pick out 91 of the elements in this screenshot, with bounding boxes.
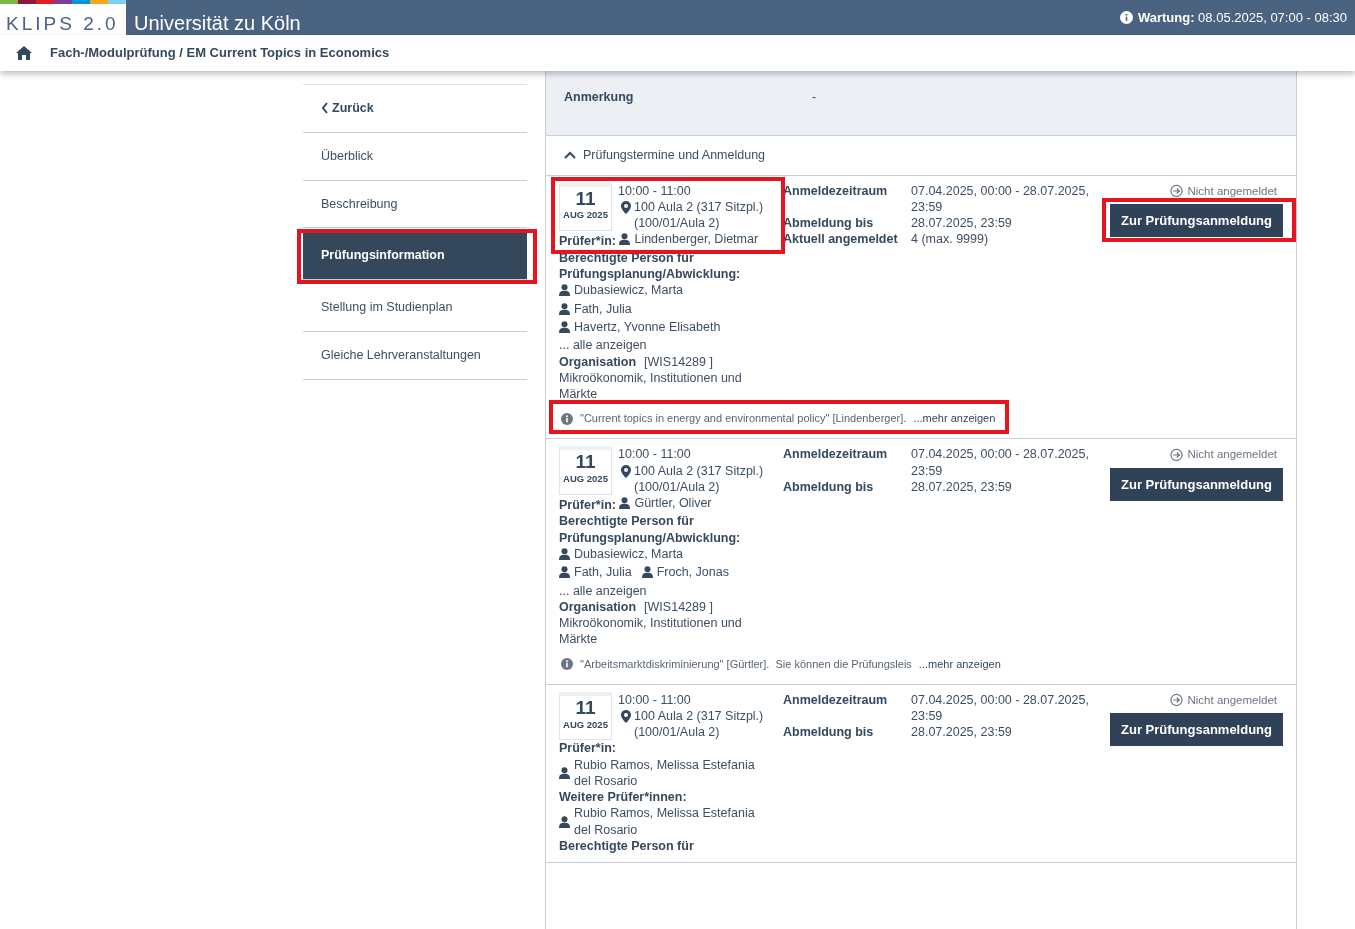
field-label: Anmeldezeitraum	[783, 182, 889, 200]
organisation-name: Mikroökonomik, Institutionen und Märkte	[559, 615, 743, 648]
person-icon	[559, 766, 570, 779]
exam-time: 10:00 - 11:00	[618, 446, 692, 463]
field-value: 28.07.2025, 23:59	[911, 478, 1012, 495]
person-icon	[641, 566, 653, 579]
person-icon	[619, 233, 631, 246]
role-label: Prüfer*in:	[559, 234, 616, 249]
person-name: Dubasiewicz, Marta	[574, 282, 684, 299]
person-icon	[559, 321, 570, 333]
person-icon	[559, 548, 570, 560]
field-value: 4 (max. 9999)	[911, 231, 989, 248]
arrow-circle-icon	[1169, 447, 1183, 462]
date-badge: 11 AUG 2025	[559, 182, 612, 232]
registration-status: Nicht angemeldet	[1187, 692, 1277, 708]
date-badge: 11 AUG 2025	[559, 446, 612, 495]
chevron-up-icon	[564, 150, 576, 160]
field-value: 28.07.2025, 23:59	[911, 724, 1012, 741]
exam-time: 10:00 - 11:00	[618, 691, 692, 708]
show-all-link[interactable]: ... alle anzeigen	[559, 583, 647, 598]
room-text: 100 Aula 2 (317 Sitzpl.) (100/01/Aula 2)	[634, 198, 765, 232]
person-icon	[619, 497, 631, 510]
field-label: Abmeldung bis	[783, 215, 875, 232]
field-label: Abmeldung bis	[783, 724, 875, 741]
role-label: Berechtigte Person für	[559, 838, 694, 853]
info-icon	[561, 657, 573, 670]
person-name: Rubio Ramos, Melissa Estefania del Rosario	[574, 756, 756, 790]
field-label: Anmeldezeitraum	[783, 446, 889, 464]
location-pin-icon	[621, 200, 631, 214]
show-more-link[interactable]: ...mehr anzeigen	[913, 410, 996, 427]
field-value: 07.04.2025, 00:00 - 28.07.2025, 23:59	[911, 446, 1090, 479]
person-name: Fath, Julia	[574, 300, 632, 317]
location-pin-icon	[621, 464, 631, 478]
organisation-code: [WIS14289 ]	[644, 599, 713, 614]
note-text: "Arbeitsmarktdiskriminierung" [Gürtler]. Sie können die Prüfungsleis	[580, 656, 912, 672]
registration-button[interactable]: Zur Prüfungsanmeldung	[1110, 467, 1283, 501]
person-name: Rubio Ramos, Melissa Estefania del Rosario	[574, 805, 756, 838]
role-label: Prüfer*in:	[559, 498, 616, 513]
person-icon	[559, 566, 570, 579]
sidebar-item[interactable]: Stellung im Studienplan	[303, 284, 527, 332]
arrow-circle-icon	[1169, 693, 1183, 708]
person-name: Dubasiewicz, Marta	[574, 545, 684, 563]
university-name: Universität zu Köln	[134, 11, 301, 35]
sidebar-item[interactable]: Prüfungsinformation	[303, 232, 527, 280]
info-icon	[1119, 11, 1133, 24]
arrow-circle-icon	[1169, 184, 1183, 199]
date-badge: 11 AUG 2025	[559, 691, 612, 741]
organisation-label: Organisation	[559, 354, 637, 369]
show-all-link[interactable]: ... alle anzeigen	[559, 338, 647, 353]
organisation-name: Mikroökonomik, Institutionen und Märkte	[559, 369, 743, 403]
person-icon	[559, 815, 570, 828]
registration-button[interactable]: Zur Prüfungsanmeldung	[1110, 712, 1283, 747]
registration-status: Nicht angemeldet	[1187, 447, 1277, 463]
organisation-code: [WIS14289 ]	[644, 354, 713, 369]
field-label: Abmeldung bis	[783, 478, 875, 495]
person-name: Havertz, Yvonne Elisabeth	[574, 318, 721, 336]
home-icon[interactable]	[16, 46, 32, 60]
back-link[interactable]: Zurück	[303, 84, 527, 133]
field-value: 28.07.2025, 23:59	[911, 215, 1012, 232]
chevron-left-icon	[321, 102, 329, 115]
field-value: 07.04.2025, 00:00 - 28.07.2025, 23:59	[911, 182, 1090, 215]
registration-status: Nicht angemeldet	[1187, 183, 1277, 199]
field-label: Anmeldezeitraum	[783, 691, 889, 709]
info-icon	[561, 412, 573, 425]
show-more-link[interactable]: ...mehr anzeigen	[918, 655, 1001, 673]
registration-button[interactable]: Zur Prüfungsanmeldung	[1110, 203, 1283, 238]
room-text: 100 Aula 2 (317 Sitzpl.) (100/01/Aula 2)	[634, 462, 765, 495]
detail-value: -	[812, 89, 817, 106]
sidebar-item[interactable]: Überblick	[303, 132, 527, 181]
section-header[interactable]: Prüfungstermine und Anmeldung	[546, 135, 1296, 176]
organisation-label: Organisation	[559, 599, 637, 614]
role-label: Berechtigte Person für Prüfungsplanung/Abwicklung:	[559, 514, 741, 545]
role-label: Weitere Prüfer*innen:	[559, 790, 687, 805]
field-value: 07.04.2025, 00:00 - 28.07.2025, 23:59	[911, 691, 1090, 725]
person-name: Froch, Jonas	[656, 564, 729, 581]
person-icon	[559, 284, 570, 297]
maintenance-notice: Wartung: 08.05.2025, 07:00 - 08:30	[1137, 8, 1347, 27]
person-icon	[559, 302, 570, 315]
detail-label: Anmerkung	[564, 89, 635, 106]
sidebar-item[interactable]: Gleiche Lehrveranstaltungen	[303, 331, 527, 380]
room-text: 100 Aula 2 (317 Sitzpl.) (100/01/Aula 2)	[634, 707, 765, 741]
breadcrumb: Fach-/Modulprüfung / EM Current Topics in Economics	[50, 44, 390, 63]
role-label: Prüfer*in:	[559, 741, 616, 756]
person-name: Lindenberger, Dietmar	[634, 231, 759, 248]
exam-time: 10:00 - 11:00	[618, 182, 692, 199]
field-label: Aktuell angemeldet	[783, 231, 899, 248]
sidebar-item[interactable]: Beschreibung	[303, 180, 527, 229]
person-name: Fath, Julia	[574, 564, 632, 581]
note-text: "Current topics in energy and environmental policy" [Lindenberger].	[580, 411, 907, 427]
person-name: Gürtler, Oliver	[634, 495, 712, 512]
location-pin-icon	[621, 709, 631, 723]
